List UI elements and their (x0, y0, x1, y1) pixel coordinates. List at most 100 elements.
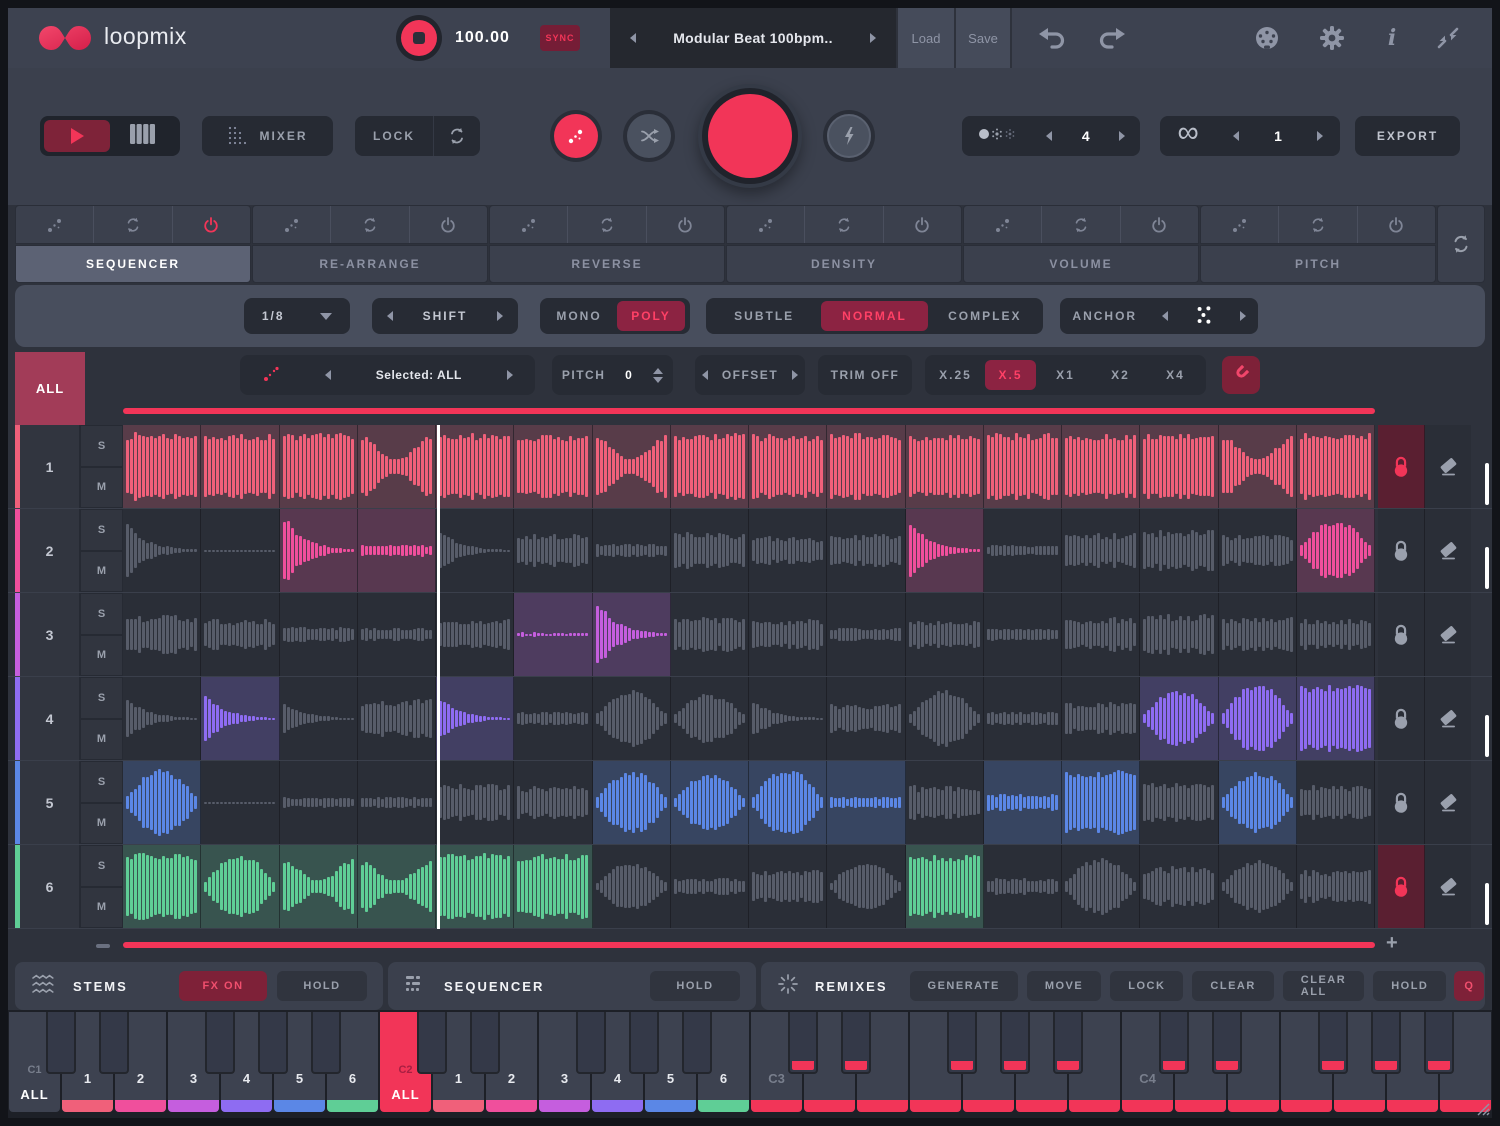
step-cell[interactable] (1219, 845, 1297, 928)
module-dice-icon[interactable] (16, 206, 94, 243)
step-cell[interactable] (1140, 425, 1218, 508)
module-power-icon[interactable] (884, 206, 961, 243)
step-cell[interactable] (749, 761, 827, 844)
anchor-next-icon[interactable] (1240, 311, 1246, 321)
step-cell[interactable] (123, 761, 201, 844)
shuffle-knob[interactable] (623, 110, 675, 162)
dice-knob[interactable] (550, 110, 602, 162)
complexity-complex[interactable]: COMPLEX (932, 301, 1038, 331)
loop-range-bar[interactable] (123, 408, 1375, 414)
black-key[interactable] (682, 1012, 712, 1074)
export-button[interactable]: EXPORT (1355, 116, 1460, 156)
black-key[interactable] (788, 1012, 818, 1074)
black-key[interactable] (470, 1012, 500, 1074)
voice-mono[interactable]: MONO (545, 301, 613, 331)
track-lock-button[interactable] (1378, 677, 1425, 760)
tab-re-arrange[interactable]: RE-ARRANGE (252, 245, 488, 283)
redo-button[interactable] (1090, 8, 1134, 68)
step-cell[interactable] (906, 509, 984, 592)
track-lock-button[interactable] (1378, 845, 1425, 928)
step-cell[interactable] (593, 761, 671, 844)
step-cell[interactable] (984, 761, 1062, 844)
load-button[interactable]: Load (896, 8, 954, 68)
step-cell[interactable] (280, 677, 358, 760)
step-cell[interactable] (358, 677, 436, 760)
module-power-icon[interactable] (1358, 206, 1435, 243)
black-key[interactable] (46, 1012, 76, 1074)
step-cell[interactable] (358, 845, 436, 928)
track-erase-button[interactable] (1425, 677, 1471, 760)
save-button[interactable]: Save (954, 8, 1012, 68)
step-cell[interactable] (1062, 761, 1140, 844)
track-number[interactable]: 6 (20, 845, 80, 928)
preset-prev-icon[interactable] (630, 33, 636, 43)
step-cell[interactable] (1297, 845, 1375, 928)
step-cell[interactable] (123, 845, 201, 928)
step-cell[interactable] (1140, 509, 1218, 592)
track-erase-button[interactable] (1425, 509, 1471, 592)
remix-hold-button[interactable]: HOLD (1373, 971, 1446, 1001)
black-key[interactable] (1159, 1012, 1189, 1074)
black-key[interactable] (258, 1012, 288, 1074)
zoom-out-button[interactable] (96, 944, 110, 948)
step-cell[interactable] (1062, 425, 1140, 508)
preset-next-icon[interactable] (870, 33, 876, 43)
selected-next-icon[interactable] (507, 370, 513, 380)
info-icon[interactable]: i (1370, 8, 1414, 68)
step-cell[interactable] (1219, 425, 1297, 508)
tab-density[interactable]: DENSITY (726, 245, 962, 283)
track-number[interactable]: 2 (20, 509, 80, 592)
module-dice-icon[interactable] (253, 206, 331, 243)
module-dice-icon[interactable] (964, 206, 1042, 243)
keyboard-toggle-button[interactable] (110, 122, 176, 151)
step-cell[interactable] (123, 593, 201, 676)
rate-select[interactable]: 1/8 (244, 298, 350, 334)
solo-button[interactable]: S (80, 761, 123, 803)
offset-left-icon[interactable] (702, 370, 708, 380)
step-cell[interactable] (671, 509, 749, 592)
step-cell[interactable] (749, 425, 827, 508)
step-cell[interactable] (827, 677, 905, 760)
step-cell[interactable] (749, 845, 827, 928)
step-cell[interactable] (358, 593, 436, 676)
mute-button[interactable]: M (80, 635, 123, 677)
black-key[interactable] (417, 1012, 447, 1074)
step-cell[interactable] (593, 845, 671, 928)
track-erase-button[interactable] (1425, 761, 1471, 844)
module-power-icon[interactable] (647, 206, 724, 243)
step-cell[interactable] (671, 425, 749, 508)
step-cell[interactable] (749, 593, 827, 676)
track-number[interactable]: 4 (20, 677, 80, 760)
step-cell[interactable] (514, 677, 592, 760)
module-dice-icon[interactable] (490, 206, 568, 243)
complexity-subtle[interactable]: SUBTLE (711, 301, 817, 331)
step-cell[interactable] (1297, 425, 1375, 508)
remix-generate-button[interactable]: GENERATE (910, 971, 1018, 1001)
step-cell[interactable] (1219, 677, 1297, 760)
black-key[interactable] (1424, 1012, 1454, 1074)
settings-gear-icon[interactable] (1310, 8, 1354, 68)
step-cell[interactable] (593, 593, 671, 676)
pitch-spinner[interactable] (653, 368, 663, 383)
step-cell[interactable] (514, 509, 592, 592)
step-cell[interactable] (671, 593, 749, 676)
main-remix-knob[interactable] (698, 84, 802, 188)
step-cell[interactable] (984, 845, 1062, 928)
mute-button[interactable]: M (80, 803, 123, 845)
step-cell[interactable] (827, 593, 905, 676)
black-key[interactable] (576, 1012, 606, 1074)
variation-next-icon[interactable] (1119, 131, 1125, 141)
step-cell[interactable] (1219, 761, 1297, 844)
step-cell[interactable] (827, 761, 905, 844)
remix-lock-button[interactable]: LOCK (1110, 971, 1183, 1001)
flam-knob[interactable] (823, 110, 875, 162)
mixer-button[interactable]: MIXER (202, 116, 333, 156)
solo-button[interactable]: S (80, 593, 123, 635)
midi-icon[interactable] (1245, 8, 1289, 68)
anchor-prev-icon[interactable] (1162, 311, 1168, 321)
step-cell[interactable] (358, 761, 436, 844)
module-refresh-icon[interactable] (805, 206, 883, 243)
remix-clear-button[interactable]: CLEAR (1192, 971, 1273, 1001)
module-power-icon[interactable] (410, 206, 487, 243)
step-cell[interactable] (123, 425, 201, 508)
